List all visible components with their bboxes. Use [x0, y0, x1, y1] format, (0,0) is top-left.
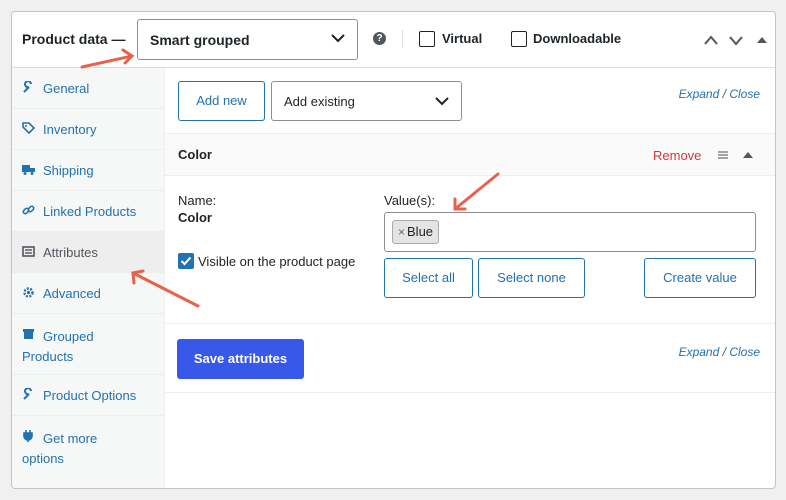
values-input[interactable]: × Blue	[384, 212, 756, 252]
product-data-panel: Product data — Smart grouped ? Virtual D…	[11, 11, 776, 489]
tab-inventory[interactable]: Inventory	[12, 109, 165, 150]
attribute-title: Color	[178, 147, 212, 162]
attributes-panel: Add new Add existing Expand / Close Colo…	[165, 68, 775, 488]
tab-attributes[interactable]: Attributes	[12, 232, 165, 273]
save-row: Save attributes Expand / Close	[165, 324, 775, 393]
tab-label: Linked Products	[43, 204, 137, 219]
tab-label: Product Options	[43, 388, 137, 403]
tab-label: Grouped Products	[22, 329, 94, 364]
tag-icon	[22, 122, 35, 135]
divider	[402, 30, 403, 48]
tab-linked-products[interactable]: Linked Products	[12, 191, 165, 232]
visible-checkbox[interactable]	[178, 253, 194, 269]
expand-close-links: Expand / Close	[679, 87, 760, 101]
add-existing-select[interactable]: Add existing	[271, 81, 462, 121]
move-down-icon[interactable]	[728, 33, 744, 47]
tab-product-options[interactable]: Product Options	[12, 375, 165, 416]
save-attributes-button[interactable]: Save attributes	[177, 339, 304, 379]
name-label: Name:	[178, 193, 217, 208]
virtual-label: Virtual	[442, 31, 483, 46]
link-icon	[22, 205, 35, 215]
list-icon	[22, 246, 35, 257]
chevron-down-icon	[331, 34, 345, 43]
tab-label: Shipping	[43, 163, 94, 178]
attributes-toolbar: Add new Add existing Expand / Close	[165, 68, 775, 134]
expand-close-links: Expand / Close	[679, 345, 760, 359]
expand-link[interactable]: Expand	[679, 345, 720, 359]
close-link[interactable]: Close	[729, 345, 760, 359]
add-new-button[interactable]: Add new	[178, 81, 265, 121]
tab-general[interactable]: General	[12, 68, 165, 109]
product-type-select[interactable]: Smart grouped	[137, 19, 358, 60]
value-token[interactable]: × Blue	[392, 220, 440, 244]
tab-grouped-products[interactable]: Grouped Products	[12, 314, 165, 375]
move-up-icon[interactable]	[703, 33, 719, 47]
collapse-icon[interactable]	[756, 33, 768, 47]
tab-label: Inventory	[43, 122, 97, 137]
product-data-tabs: General Inventory Shipping Linked Produc…	[12, 68, 165, 488]
wrench-icon	[23, 81, 32, 93]
name-value: Color	[178, 210, 212, 225]
tab-label: Attributes	[43, 245, 98, 260]
gear-icon	[23, 287, 34, 298]
link-separator: /	[722, 345, 726, 359]
add-existing-label: Add existing	[284, 94, 355, 109]
chevron-down-icon	[435, 97, 449, 106]
tab-label: Advanced	[43, 286, 101, 301]
close-link[interactable]: Close	[729, 87, 760, 101]
tab-label: General	[43, 81, 90, 96]
link-separator: /	[722, 87, 726, 101]
checkmark-icon	[180, 256, 192, 266]
tab-get-more-options[interactable]: Get more options	[12, 416, 165, 477]
token-remove-icon[interactable]: ×	[398, 225, 405, 239]
create-value-button[interactable]: Create value	[644, 258, 756, 298]
wrench-icon	[23, 388, 32, 400]
visible-label: Visible on the product page	[198, 254, 356, 269]
downloadable-label: Downloadable	[533, 31, 622, 46]
select-all-button[interactable]: Select all	[384, 258, 473, 298]
tab-advanced[interactable]: Advanced	[12, 273, 165, 314]
expand-link[interactable]: Expand	[679, 87, 720, 101]
product-type-value: Smart grouped	[150, 32, 250, 48]
tab-label: Get more options	[22, 431, 98, 466]
values-label: Value(s):	[384, 193, 436, 208]
panel-title: Product data —	[22, 31, 126, 47]
token-label: Blue	[407, 224, 434, 239]
select-none-button[interactable]: Select none	[478, 258, 585, 298]
panel-header: Product data — Smart grouped ? Virtual D…	[12, 12, 775, 68]
tab-shipping[interactable]: Shipping	[12, 150, 165, 191]
virtual-checkbox[interactable]	[419, 31, 435, 47]
drag-handle-icon[interactable]	[717, 149, 729, 161]
attribute-header[interactable]: Color Remove	[165, 134, 775, 176]
help-icon[interactable]: ?	[373, 32, 386, 45]
truck-icon	[22, 165, 35, 175]
attribute-body: Name: Color Value(s): × Blue Visible on t…	[165, 176, 775, 324]
downloadable-checkbox[interactable]	[511, 31, 527, 47]
remove-link[interactable]: Remove	[653, 148, 701, 163]
collapse-icon[interactable]	[742, 149, 754, 161]
